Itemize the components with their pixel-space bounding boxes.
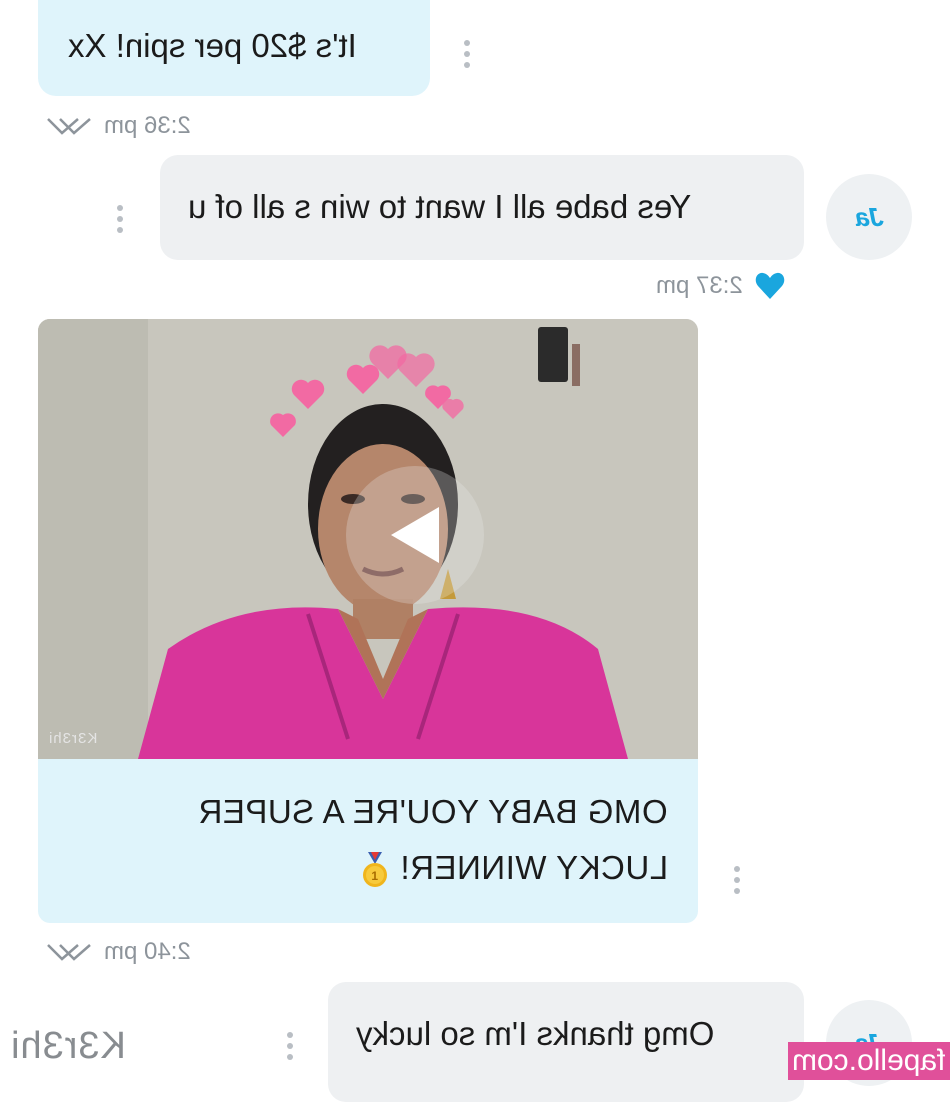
avatar-initials: Ja [854, 201, 884, 232]
message-meta: 2:36 pm [46, 112, 191, 140]
avatar[interactable]: Ja [826, 174, 912, 260]
caption-text: LUCKY WINNER! [399, 849, 668, 886]
message-menu-icon[interactable] [733, 866, 741, 894]
message-bubble-received[interactable]: Omg thanks I'm so lucky [328, 982, 804, 1102]
message-timestamp: 2:40 pm [104, 938, 191, 965]
message-timestamp: 2:37 pm [656, 272, 743, 299]
watermark: K3r3hi [10, 1025, 126, 1067]
message-text: Omg thanks I'm so lucky [356, 1015, 715, 1052]
play-icon [391, 507, 439, 563]
video-thumbnail[interactable]: K3r3hi [38, 319, 698, 759]
medal-icon: 1 [363, 852, 388, 888]
message-timestamp: 2:36 pm [104, 112, 191, 139]
message-menu-icon[interactable] [463, 40, 471, 68]
site-badge: fapello.com [788, 1042, 950, 1080]
site-badge-text: fapello.com [792, 1044, 946, 1077]
message-text: It's $20 per spin! Xx [68, 27, 357, 64]
message-caption[interactable]: OMG BABY YOU'RE A SUPER 1 LUCKY WINNER! [38, 759, 698, 923]
message-meta: 2:40 pm [46, 938, 191, 966]
message-bubble-sent[interactable]: It's $20 per spin! Xx [38, 0, 430, 96]
caption-line-2: 1 LUCKY WINNER! [350, 849, 668, 888]
video-watermark: K3r3hi [48, 730, 98, 747]
message-bubble-received[interactable]: Yes babe all I want to win s all of u [160, 155, 804, 260]
message-text: Yes babe all I want to win s all of u [188, 188, 692, 225]
double-check-icon [47, 944, 91, 961]
heart-icon [755, 272, 784, 299]
caption-line: OMG BABY YOU'RE A SUPER [198, 793, 668, 830]
svg-text:1: 1 [372, 869, 379, 883]
play-button[interactable] [346, 466, 484, 604]
message-menu-icon[interactable] [286, 1032, 294, 1060]
message-meta: 2:37 pm [656, 272, 785, 300]
double-check-icon [47, 118, 91, 135]
message-menu-icon[interactable] [116, 205, 124, 233]
